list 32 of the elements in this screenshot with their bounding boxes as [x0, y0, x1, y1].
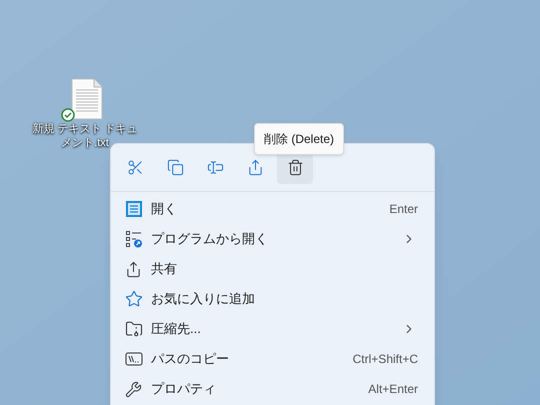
file-name: 新規 テキスト ドキュメント.txt — [31, 122, 139, 150]
menu-item[interactable]: パスのコピー Ctrl+Shift+C — [111, 344, 434, 374]
cut-icon — [126, 158, 144, 176]
rename-icon — [206, 158, 224, 176]
menu-item[interactable]: 圧縮先... — [111, 314, 434, 344]
path-icon — [125, 351, 143, 367]
menu-label: プロパティ — [151, 380, 216, 398]
menu-item[interactable]: プロパティ Alt+Enter — [111, 374, 434, 404]
shortcut-text: Alt+Enter — [368, 381, 418, 398]
zip-folder-icon — [125, 320, 143, 338]
check-icon — [61, 108, 75, 122]
share-icon — [246, 158, 264, 176]
shortcut-text: Ctrl+Shift+C — [352, 351, 418, 368]
notepad-icon — [125, 200, 143, 218]
menu-label: 圧縮先... — [151, 320, 201, 338]
apps-list-icon — [125, 230, 143, 248]
menu-label: プログラムから開く — [151, 230, 268, 248]
copy-icon — [166, 158, 184, 176]
menu-item[interactable]: お気に入りに追加 — [111, 284, 434, 314]
menu-label: パスのコピー — [151, 350, 229, 368]
delete-icon — [286, 158, 304, 176]
wrench-icon — [125, 380, 142, 398]
share-icon — [125, 260, 142, 278]
menu-item[interactable]: プログラムから開く — [111, 224, 434, 254]
tooltip: 削除 (Delete) — [254, 123, 344, 155]
menu-item[interactable]: 開く Enter — [111, 194, 434, 224]
menu-item[interactable]: 共有 — [111, 254, 434, 284]
star-icon — [125, 290, 143, 308]
menu-label: お気に入りに追加 — [151, 290, 255, 308]
shortcut-text: Enter — [389, 201, 418, 218]
menu-label: 共有 — [151, 260, 177, 278]
menu-label: 開く — [151, 200, 177, 218]
